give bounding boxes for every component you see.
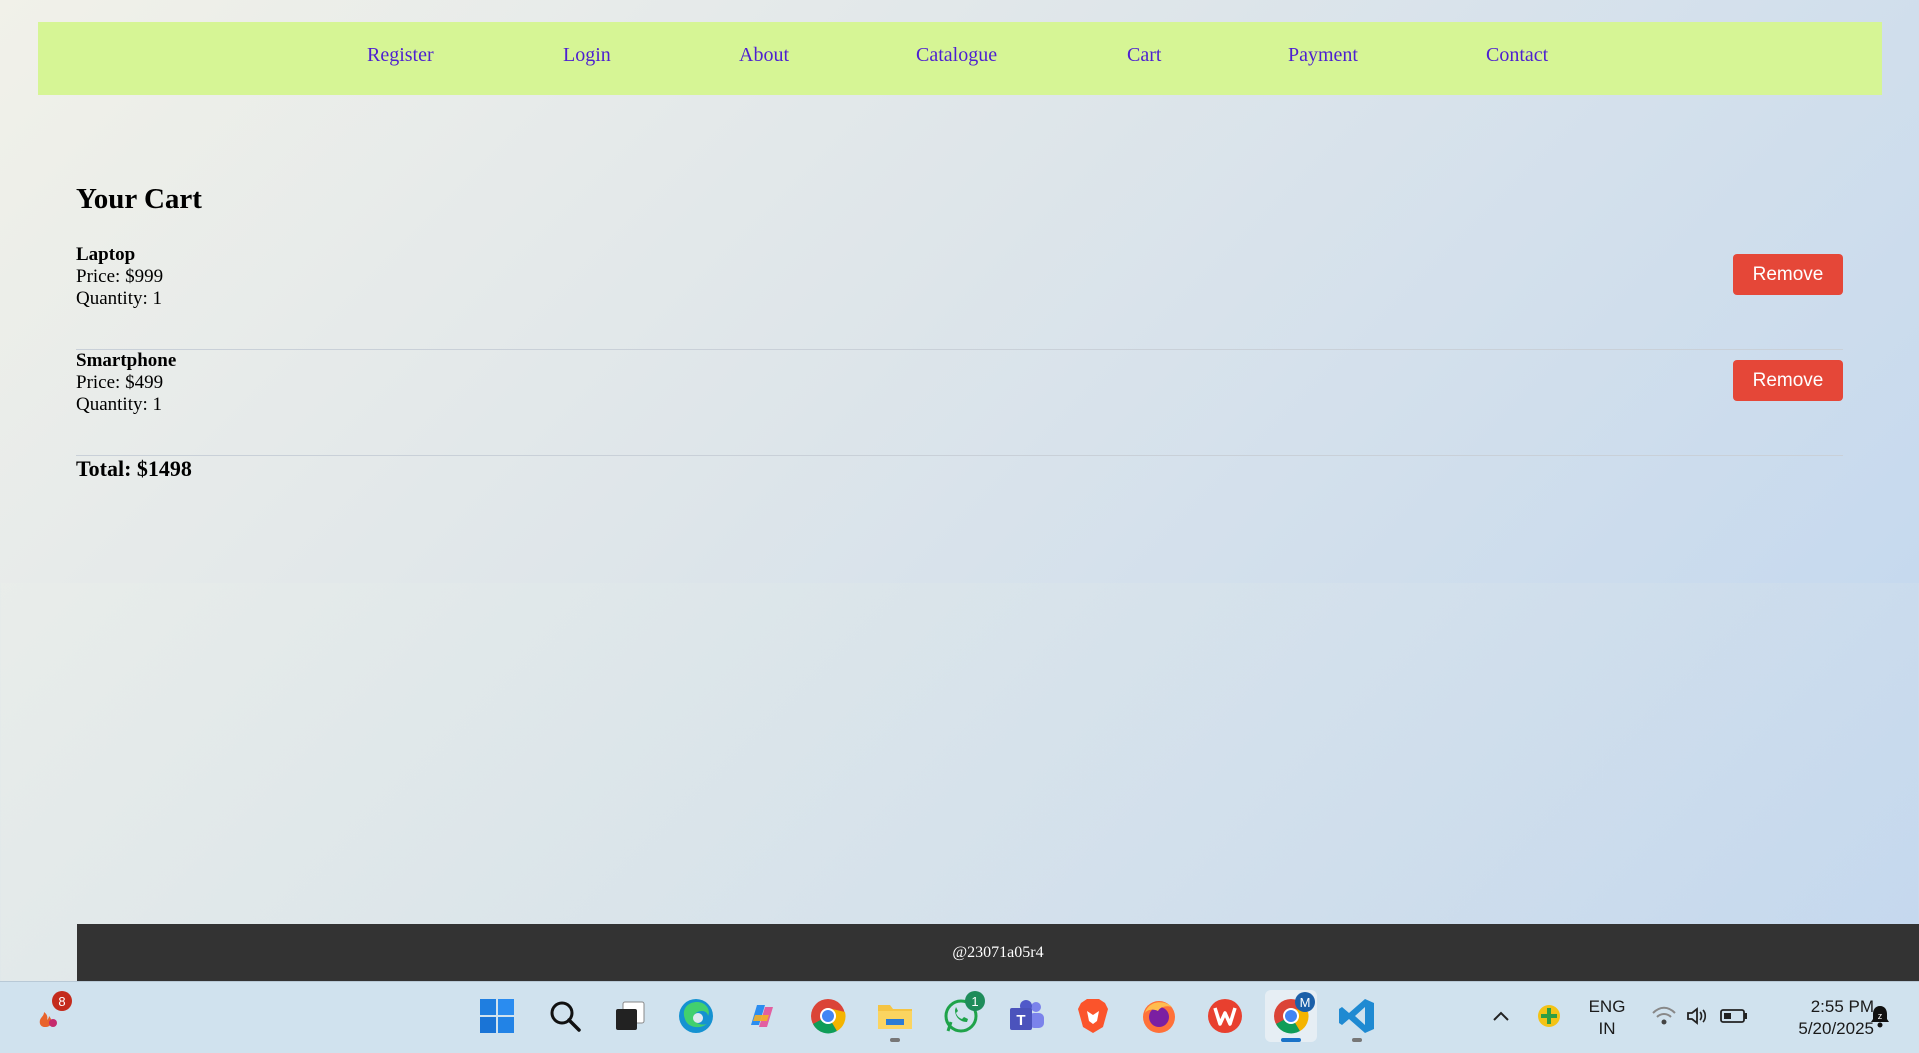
edge-icon[interactable] <box>676 996 716 1036</box>
chrome-icon[interactable] <box>808 996 848 1036</box>
nav-link-cart[interactable]: Cart <box>1127 44 1161 67</box>
chrome-active-indicator <box>1281 1038 1301 1042</box>
taskbar: 8 1 T M ENG IN 2:55 PM 5/20/2025 z <box>0 981 1919 1053</box>
clock-time: 2:55 PM <box>1810 997 1874 1016</box>
firefox-icon[interactable] <box>1139 996 1179 1036</box>
svg-text:z: z <box>1878 1011 1883 1021</box>
clock-date: 5/20/2025 <box>1798 1019 1874 1038</box>
widgets-icon[interactable]: 8 <box>28 991 72 1036</box>
remove-button[interactable]: Remove <box>1733 360 1843 401</box>
footer-text: @23071a05r4 <box>952 943 1044 961</box>
cart-item: Laptop Price: $999 Quantity: 1 Remove <box>76 244 1843 350</box>
nav-link-login[interactable]: Login <box>563 44 611 67</box>
whatsapp-badge: 1 <box>965 991 985 1011</box>
nav-link-catalogue[interactable]: Catalogue <box>916 44 997 67</box>
language-indicator[interactable]: ENG IN <box>1583 996 1631 1040</box>
chrome-profile-badge: M <box>1295 992 1315 1012</box>
item-divider <box>76 455 1843 456</box>
cart-item: Smartphone Price: $499 Quantity: 1 Remov… <box>76 350 1843 456</box>
volume-icon[interactable] <box>1677 996 1717 1036</box>
wps-office-icon[interactable] <box>1205 996 1245 1036</box>
widgets-badge: 8 <box>52 991 72 1011</box>
remove-button[interactable]: Remove <box>1733 254 1843 295</box>
item-name: Smartphone <box>76 350 177 371</box>
brave-icon[interactable] <box>1073 996 1113 1036</box>
item-name: Laptop <box>76 244 136 265</box>
chrome-active-icon[interactable]: M <box>1265 990 1317 1042</box>
cart-title: Your Cart <box>76 183 202 215</box>
nav-link-about[interactable]: About <box>739 44 789 67</box>
item-price: Price: $499 <box>76 372 164 393</box>
chevron-up-icon[interactable] <box>1481 996 1521 1036</box>
teams-icon[interactable]: T <box>1007 996 1047 1036</box>
clock[interactable]: 2:55 PM 5/20/2025 <box>1764 996 1874 1040</box>
item-price: Price: $999 <box>76 266 164 287</box>
search-icon[interactable] <box>545 996 585 1036</box>
region-text: IN <box>1598 1019 1616 1038</box>
battery-icon[interactable] <box>1714 996 1754 1036</box>
windows-start-icon[interactable] <box>477 996 517 1036</box>
footer: @23071a05r4 <box>77 924 1919 981</box>
navbar: Register Login About Catalogue Cart Paym… <box>38 22 1882 95</box>
nav-link-contact[interactable]: Contact <box>1486 44 1548 67</box>
language-text: ENG <box>1588 997 1626 1016</box>
item-quantity: Quantity: 1 <box>76 394 163 415</box>
cart-total: Total: $1498 <box>76 456 192 481</box>
item-quantity: Quantity: 1 <box>76 288 163 309</box>
vscode-running-indicator <box>1352 1038 1362 1042</box>
tray-app-icon[interactable] <box>1529 996 1569 1036</box>
nav-link-payment[interactable]: Payment <box>1288 44 1358 67</box>
copilot-icon[interactable] <box>742 996 782 1036</box>
notification-bell-icon[interactable]: z <box>1860 996 1900 1036</box>
nav-link-register[interactable]: Register <box>367 44 434 67</box>
whatsapp-icon[interactable]: 1 <box>941 991 985 1036</box>
file-explorer-running-indicator <box>890 1038 900 1042</box>
file-explorer-icon[interactable] <box>875 996 915 1042</box>
task-view-icon[interactable] <box>610 996 650 1036</box>
svg-text:T: T <box>1016 1012 1025 1029</box>
vscode-icon[interactable] <box>1337 996 1377 1042</box>
